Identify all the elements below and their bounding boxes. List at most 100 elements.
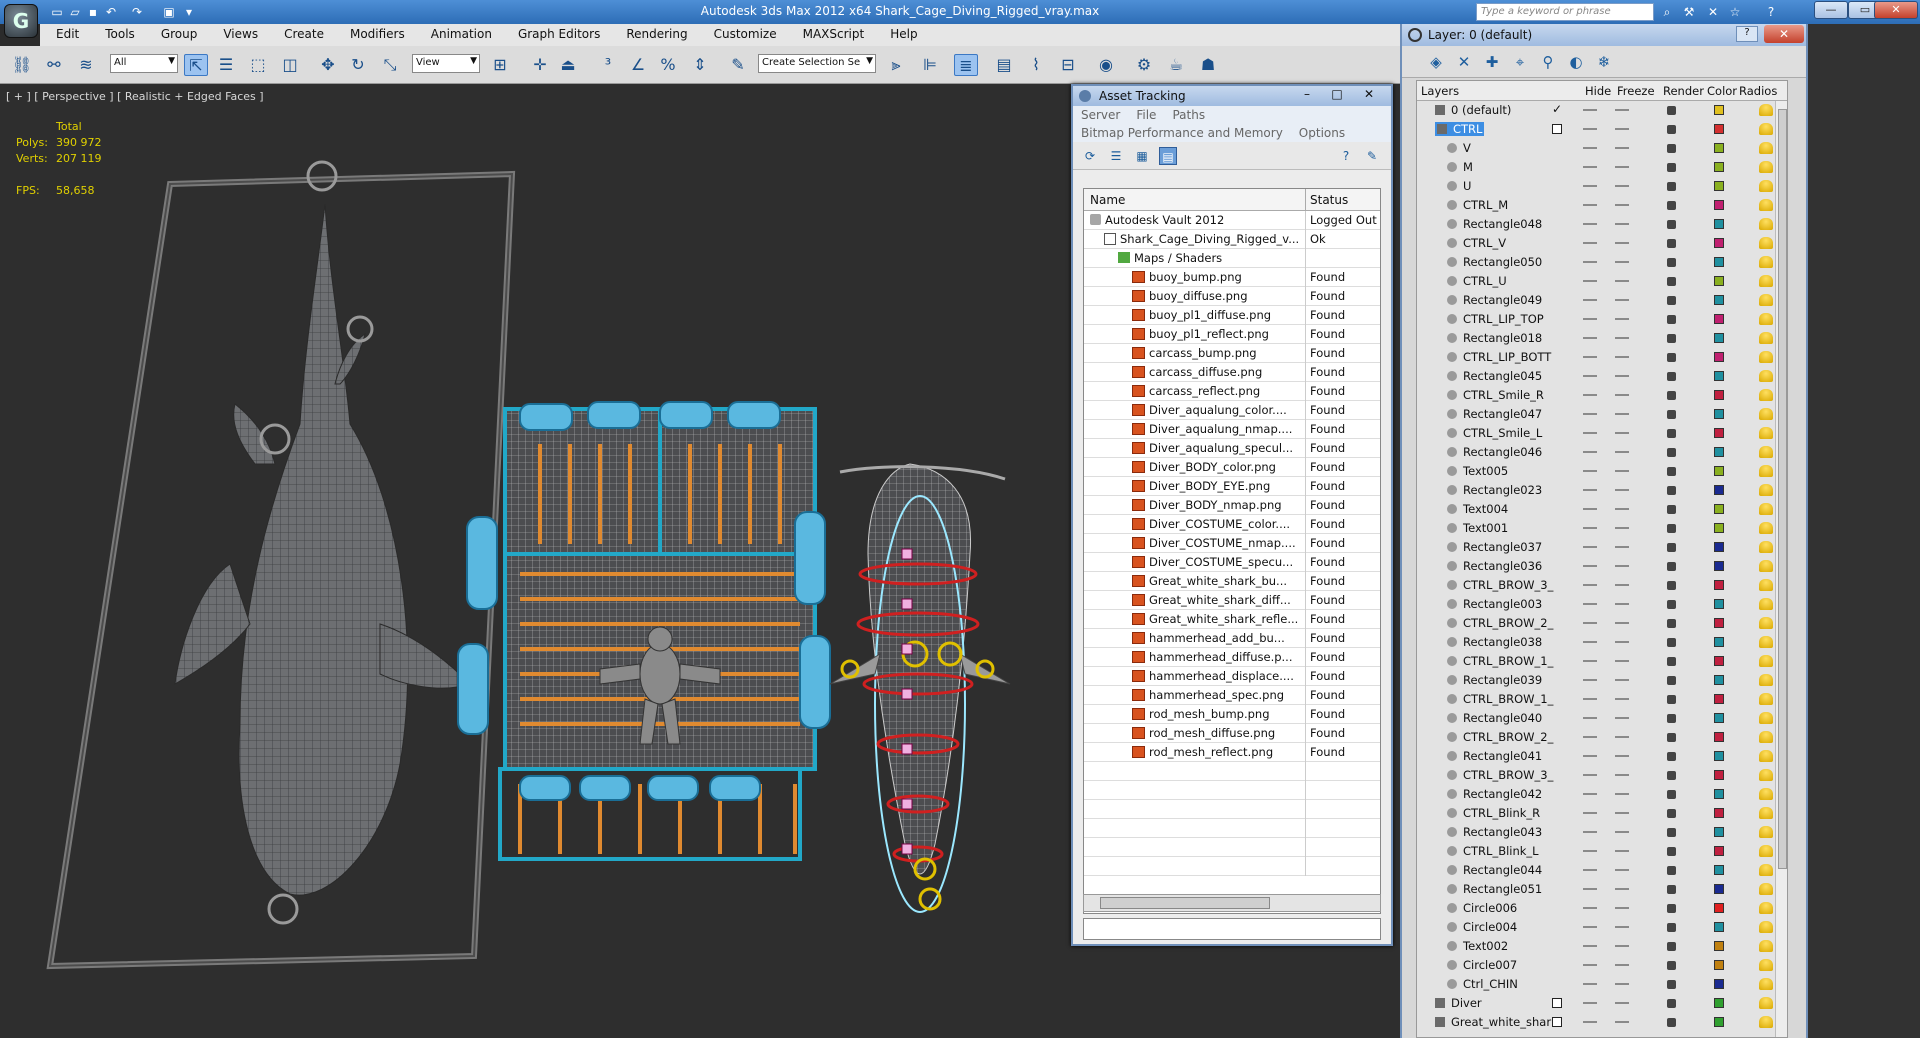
layer-object-row[interactable]: Ctrl_CHIN: [1417, 975, 1787, 994]
radiosity-bulb-icon[interactable]: [1759, 123, 1773, 135]
keyboard-shortcut-icon[interactable]: ⏏: [556, 54, 580, 76]
freeze-toggle[interactable]: [1615, 337, 1629, 339]
hide-toggle[interactable]: [1583, 299, 1597, 301]
radiosity-bulb-icon[interactable]: [1759, 617, 1773, 629]
layer-color-swatch[interactable]: [1714, 428, 1724, 438]
radiosity-bulb-icon[interactable]: [1759, 351, 1773, 363]
asset-row[interactable]: Great_white_shark_diff... Found: [1084, 591, 1380, 610]
radiosity-bulb-icon[interactable]: [1759, 693, 1773, 705]
render-teapot-icon[interactable]: [1667, 809, 1676, 818]
radiosity-bulb-icon[interactable]: [1759, 104, 1773, 116]
col-radios-header[interactable]: Radios: [1739, 84, 1777, 98]
menu-graph-editors[interactable]: Graph Editors: [502, 24, 610, 41]
asset-row[interactable]: hammerhead_diffuse.p... Found: [1084, 648, 1380, 667]
layer-color-swatch[interactable]: [1714, 466, 1724, 476]
layer-color-swatch[interactable]: [1714, 789, 1724, 799]
layer-color-swatch[interactable]: [1714, 181, 1724, 191]
radiosity-bulb-icon[interactable]: [1759, 427, 1773, 439]
radiosity-bulb-icon[interactable]: [1759, 655, 1773, 667]
freeze-toggle[interactable]: [1615, 793, 1629, 795]
layer-object-row[interactable]: Text002: [1417, 937, 1787, 956]
hide-toggle[interactable]: [1583, 413, 1597, 415]
render-teapot-icon[interactable]: [1667, 486, 1676, 495]
layer-object-row[interactable]: Rectangle042: [1417, 785, 1787, 804]
hide-toggle[interactable]: [1583, 945, 1597, 947]
render-teapot-icon[interactable]: [1667, 201, 1676, 210]
radiosity-bulb-icon[interactable]: [1759, 807, 1773, 819]
asset-options-icon[interactable]: ✎: [1363, 147, 1381, 165]
freeze-toggle[interactable]: [1615, 907, 1629, 909]
layer-object-row[interactable]: CTRL_LIP_BOTT: [1417, 348, 1787, 367]
layer-scroll-thumb[interactable]: [1778, 109, 1787, 869]
freeze-toggle[interactable]: [1615, 375, 1629, 377]
freeze-toggle[interactable]: [1615, 394, 1629, 396]
layer-color-swatch[interactable]: [1714, 352, 1724, 362]
percent-snap-icon[interactable]: %: [656, 54, 680, 76]
hide-toggle[interactable]: [1583, 831, 1597, 833]
render-teapot-icon[interactable]: [1667, 980, 1676, 989]
layer-object-row[interactable]: Circle004: [1417, 918, 1787, 937]
hide-toggle[interactable]: [1583, 109, 1597, 111]
radiosity-bulb-icon[interactable]: [1759, 788, 1773, 800]
select-manipulate-icon[interactable]: ✛: [528, 54, 552, 76]
align-icon[interactable]: ⊫: [918, 54, 942, 76]
freeze-toggle[interactable]: [1615, 736, 1629, 738]
hide-toggle[interactable]: [1583, 888, 1597, 890]
hide-toggle[interactable]: [1583, 489, 1597, 491]
asset-menu-paths[interactable]: Paths: [1172, 108, 1205, 122]
radiosity-bulb-icon[interactable]: [1759, 446, 1773, 458]
hide-toggle[interactable]: [1583, 584, 1597, 586]
radiosity-bulb-icon[interactable]: [1759, 294, 1773, 306]
layer-color-swatch[interactable]: [1714, 960, 1724, 970]
col-status-header[interactable]: Status: [1310, 193, 1348, 207]
layer-object-row[interactable]: CTRL_BROW_1_: [1417, 690, 1787, 709]
asset-row[interactable]: Diver_BODY_nmap.png Found: [1084, 496, 1380, 515]
radiosity-bulb-icon[interactable]: [1759, 218, 1773, 230]
edit-named-selection-icon[interactable]: ✎: [726, 54, 750, 76]
radiosity-bulb-icon[interactable]: [1759, 598, 1773, 610]
hide-toggle[interactable]: [1583, 1002, 1597, 1004]
asset-row[interactable]: buoy_bump.png Found: [1084, 268, 1380, 287]
layer-color-swatch[interactable]: [1714, 314, 1724, 324]
layer-object-row[interactable]: U: [1417, 177, 1787, 196]
radiosity-bulb-icon[interactable]: [1759, 237, 1773, 249]
layer-color-swatch[interactable]: [1714, 1017, 1724, 1027]
render-teapot-icon[interactable]: [1667, 866, 1676, 875]
freeze-toggle[interactable]: [1615, 603, 1629, 605]
freeze-toggle[interactable]: [1615, 546, 1629, 548]
current-layer-check-icon[interactable]: ✓: [1552, 102, 1562, 116]
hide-toggle[interactable]: [1583, 546, 1597, 548]
communication-icon[interactable]: ✕: [1704, 3, 1722, 21]
open-file-icon[interactable]: ▱: [66, 3, 84, 21]
hide-toggle[interactable]: [1583, 375, 1597, 377]
minimize-button[interactable]: —: [1814, 1, 1848, 19]
layer-object-row[interactable]: M: [1417, 158, 1787, 177]
render-teapot-icon[interactable]: [1667, 885, 1676, 894]
asset-row[interactable]: Great_white_shark_bu... Found: [1084, 572, 1380, 591]
render-teapot-icon[interactable]: [1667, 144, 1676, 153]
asset-row[interactable]: rod_mesh_bump.png Found: [1084, 705, 1380, 724]
rotate-icon[interactable]: ↻: [346, 54, 370, 76]
render-teapot-icon[interactable]: [1667, 1018, 1676, 1027]
radiosity-bulb-icon[interactable]: [1759, 712, 1773, 724]
layer-help-button[interactable]: ?: [1736, 26, 1758, 42]
layer-object-row[interactable]: CTRL_V: [1417, 234, 1787, 253]
hide-toggle[interactable]: [1583, 717, 1597, 719]
layer-row[interactable]: Diver: [1417, 994, 1787, 1013]
layer-object-row[interactable]: Rectangle049: [1417, 291, 1787, 310]
schematic-view-icon[interactable]: ⊟: [1056, 54, 1080, 76]
hide-toggle[interactable]: [1583, 470, 1597, 472]
layer-object-row[interactable]: Rectangle048: [1417, 215, 1787, 234]
asset-row[interactable]: rod_mesh_diffuse.png Found: [1084, 724, 1380, 743]
radiosity-bulb-icon[interactable]: [1759, 541, 1773, 553]
layer-color-swatch[interactable]: [1714, 827, 1724, 837]
select-by-name-icon[interactable]: ☰: [214, 54, 238, 76]
new-file-icon[interactable]: ▭: [48, 3, 66, 21]
hide-toggle[interactable]: [1583, 850, 1597, 852]
hide-toggle[interactable]: [1583, 793, 1597, 795]
graphite-tools-icon[interactable]: ▤: [992, 54, 1016, 76]
radiosity-bulb-icon[interactable]: [1759, 484, 1773, 496]
render-teapot-icon[interactable]: [1667, 163, 1676, 172]
material-editor-icon[interactable]: ◉: [1094, 54, 1118, 76]
hide-toggle[interactable]: [1583, 527, 1597, 529]
